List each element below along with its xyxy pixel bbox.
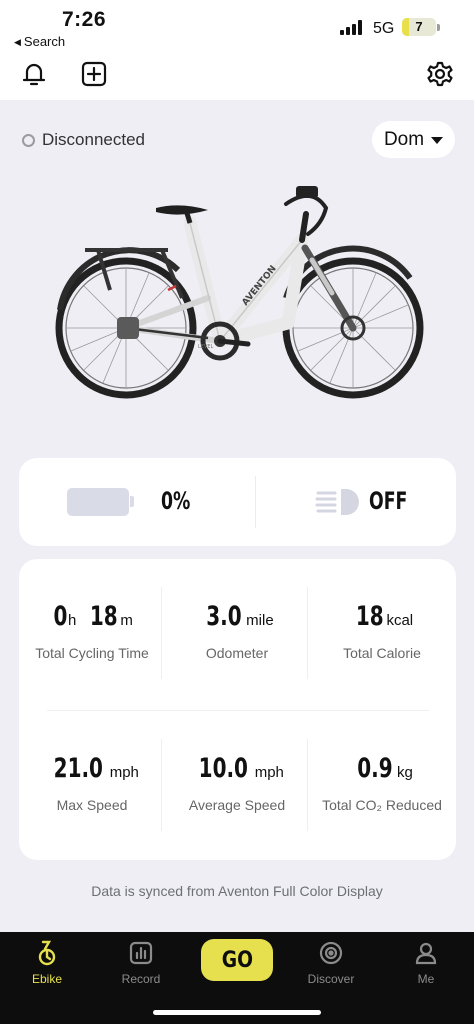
network-type: 5G (373, 20, 395, 37)
stat-unit: mile (246, 612, 274, 629)
stat-unit: kg (397, 764, 413, 781)
discover-icon (296, 940, 366, 966)
gear-icon[interactable] (425, 59, 455, 89)
stat-label: Average Speed (188, 797, 286, 813)
battery-level: 7 (415, 19, 423, 34)
stat-value: 18 (355, 601, 384, 632)
stat-value: 10.0 (198, 753, 249, 784)
back-arrow-icon: ◀ (14, 37, 21, 47)
stat-label: Total Cycling Time (35, 645, 149, 661)
bike-battery-icon (67, 488, 129, 516)
stat-total-calorie: 18 kcal Total Calorie (309, 601, 455, 661)
ride-stats-card: 0h 18 m Total Cycling Time 3.0 mile Odomet… (19, 559, 456, 860)
caret-down-icon (431, 137, 444, 144)
tab-label: Ebike (31, 972, 63, 986)
stat-label: Total CO₂ Reduced (322, 797, 442, 813)
stat-label: Total Calorie (343, 645, 421, 661)
status-time: 7:26 (62, 8, 107, 31)
ebike-image: AVENTON LEVEL (55, 186, 424, 399)
bike-battery-percent: 0% (161, 487, 191, 515)
stat-unit: mph (254, 764, 284, 781)
back-app-label: Search (23, 34, 66, 49)
home-indicator[interactable] (153, 1010, 321, 1015)
tab-ebike[interactable]: Ebike (12, 940, 82, 986)
app-header (0, 54, 474, 100)
stat-max-speed: 21.0 mph Max Speed (19, 753, 165, 813)
profile-name: Dom (383, 128, 425, 150)
battery-icon: 7 (402, 18, 436, 36)
connection-label: Disconnected (42, 130, 146, 149)
stat-value: 18 (89, 601, 118, 632)
battery-light-card: 0% OFF (19, 458, 456, 546)
ebike-icon (12, 940, 82, 966)
stat-value: 3.0 (206, 601, 242, 632)
profile-icon (391, 940, 461, 966)
stat-odometer: 3.0 mile Odometer (164, 601, 310, 661)
stat-co2-reduced: 0.9 kg Total CO₂ Reduced (309, 753, 455, 813)
bell-icon[interactable] (19, 59, 49, 89)
tab-label: Me (417, 972, 435, 986)
tab-label: Record (121, 972, 161, 986)
headlight-icon[interactable] (315, 486, 361, 518)
signal-icon (340, 20, 364, 35)
status-bar: 7:26 ◀ Search 5G 7 (0, 0, 474, 54)
connection-dot-icon (22, 133, 35, 147)
stat-value: 0.9 (357, 753, 393, 784)
bike-profile-dropdown[interactable]: Dom (372, 121, 455, 158)
stat-unit: mph (109, 764, 139, 781)
stat-unit: h (67, 612, 77, 629)
stat-label: Max Speed (56, 797, 128, 813)
stat-total-cycling-time: 0h 18 m Total Cycling Time (19, 601, 165, 661)
headlight-state: OFF (369, 487, 408, 515)
stat-value: 21.0 (53, 753, 104, 784)
sync-note: Data is synced from Aventon Full Color D… (91, 883, 383, 899)
stat-average-speed: 10.0 mph Average Speed (164, 753, 310, 813)
stat-label: Odometer (205, 645, 269, 661)
stat-unit: m (120, 612, 133, 629)
go-button-label: GO (221, 947, 253, 973)
stat-value: 0 (53, 601, 68, 632)
record-icon (106, 940, 176, 966)
tab-discover[interactable]: Discover (296, 940, 366, 986)
add-icon[interactable] (79, 59, 109, 89)
go-button[interactable]: GO (201, 939, 273, 981)
stat-unit: kcal (386, 612, 414, 629)
tab-label: Discover (307, 972, 355, 986)
tab-record[interactable]: Record (106, 940, 176, 986)
bike-model-text: LEVEL (198, 344, 214, 350)
connection-status: Disconnected (22, 130, 145, 150)
tab-me[interactable]: Me (391, 940, 461, 986)
back-to-app-link[interactable]: ◀ Search (14, 34, 65, 49)
